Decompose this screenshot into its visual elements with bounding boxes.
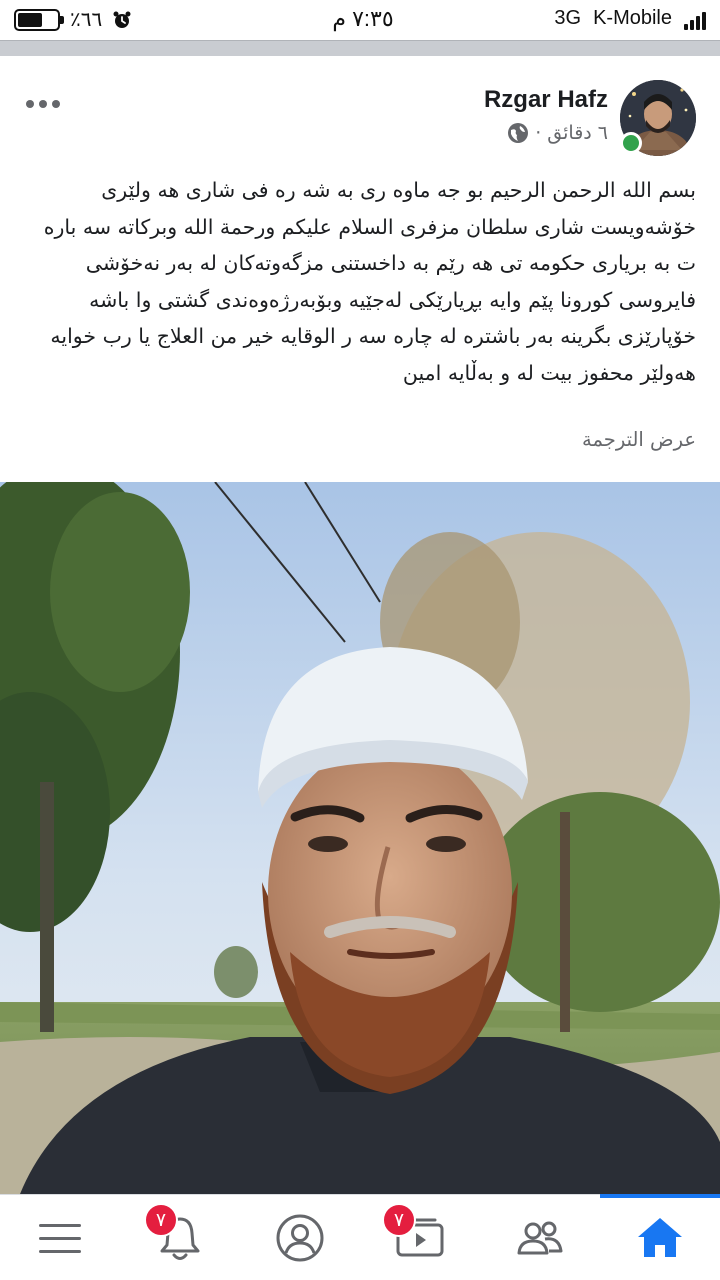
more-options-icon[interactable] bbox=[26, 100, 60, 110]
post-card: Rzgar Hafz ٦ دقائق · بسم الله الرحمن الر… bbox=[0, 56, 720, 482]
home-icon bbox=[638, 1218, 682, 1257]
online-status-dot bbox=[620, 132, 642, 154]
post-timestamp[interactable]: ٦ دقائق · bbox=[535, 122, 608, 144]
post-author-name[interactable]: Rzgar Hafz bbox=[484, 86, 608, 114]
signal-icon bbox=[684, 8, 708, 30]
watch-badge: ٧ bbox=[382, 1203, 416, 1237]
globe-icon bbox=[508, 123, 529, 143]
nav-menu[interactable] bbox=[0, 1195, 120, 1280]
carrier-name: K-Mobile bbox=[593, 7, 672, 29]
nav-watch[interactable]: ٧ bbox=[360, 1195, 480, 1280]
post-meta: ٦ دقائق · bbox=[507, 122, 608, 144]
profile-icon bbox=[276, 1214, 324, 1262]
post-photo[interactable] bbox=[0, 482, 720, 1194]
nav-profile[interactable] bbox=[240, 1195, 360, 1280]
post-body-text: بسم الله الرحمن الرحيم بو جه ماوه ری به … bbox=[43, 178, 696, 385]
notifications-badge: ٧ bbox=[144, 1203, 178, 1237]
status-bar: ٪٦٦ ٧:٣٥ م 3G K-Mobile bbox=[0, 0, 720, 40]
feed-divider bbox=[0, 40, 720, 56]
status-right: 3G K-Mobile bbox=[554, 7, 708, 30]
bottom-navigation: ٧ ٧ bbox=[0, 1194, 720, 1280]
menu-icon bbox=[39, 1224, 81, 1253]
nav-groups[interactable] bbox=[480, 1195, 600, 1280]
nav-home[interactable] bbox=[600, 1194, 720, 1280]
see-translation-link[interactable]: عرض الترجمة bbox=[582, 428, 696, 451]
groups-icon bbox=[517, 1221, 563, 1255]
network-type: 3G bbox=[554, 7, 582, 29]
nav-notifications[interactable]: ٧ bbox=[120, 1195, 240, 1280]
